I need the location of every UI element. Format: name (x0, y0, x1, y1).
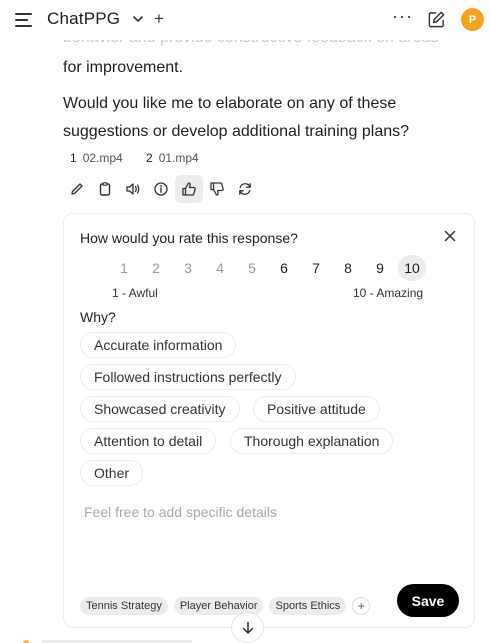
reason-chip[interactable]: Accurate information (80, 332, 237, 358)
next-message-peek (20, 636, 220, 643)
avatar[interactable]: P (461, 8, 484, 31)
tag-chip[interactable]: Tennis Strategy (80, 597, 168, 615)
chevron-down-icon[interactable] (132, 12, 144, 26)
file-reference[interactable]: 2 01.mp4 (146, 151, 199, 165)
pencil-icon[interactable] (63, 175, 91, 203)
rating-option[interactable]: 5 (238, 255, 266, 281)
file-name: 01.mp4 (158, 151, 199, 165)
scroll-down-button[interactable] (231, 612, 264, 643)
rating-option[interactable]: 3 (174, 255, 202, 281)
clipboard-icon[interactable] (91, 175, 119, 203)
info-icon[interactable] (147, 175, 175, 203)
rating-option[interactable]: 6 (270, 255, 298, 281)
tag-list: Tennis Strategy Player Behavior Sports E… (80, 597, 371, 615)
close-icon[interactable] (444, 230, 456, 242)
file-name: 02.mp4 (82, 151, 123, 165)
top-bar: ChatPPG + ··· P (0, 0, 490, 40)
message-line: Would you like me to elaborate on any of… (63, 95, 397, 112)
speaker-icon[interactable] (119, 175, 147, 203)
rating-option-selected[interactable]: 10 (398, 255, 426, 281)
message-line: for improvement. (63, 59, 184, 76)
reason-chip[interactable]: Followed instructions perfectly (80, 364, 296, 390)
file-index: 1 (70, 151, 77, 165)
details-input[interactable]: Feel free to add specific details (84, 504, 277, 520)
reason-chip[interactable]: Positive attitude (253, 396, 380, 422)
reason-chip[interactable]: Thorough explanation (230, 428, 394, 454)
feedback-card: How would you rate this response? 1 2 3 … (63, 213, 475, 628)
menu-icon[interactable] (15, 13, 32, 27)
rating-option[interactable]: 2 (142, 255, 170, 281)
reason-chip[interactable]: Showcased creativity (80, 396, 240, 422)
scale-low-label: 1 - Awful (112, 286, 158, 300)
new-chat-edit-icon[interactable] (427, 10, 446, 29)
save-button[interactable]: Save (397, 584, 459, 617)
thumbs-down-icon[interactable] (203, 175, 231, 203)
rating-scale: 1 2 3 4 5 6 7 8 9 10 (110, 255, 430, 281)
arrow-down-icon (242, 621, 253, 634)
add-tag-button[interactable]: + (352, 597, 371, 615)
rating-option[interactable]: 1 (110, 255, 138, 281)
message-actions (63, 175, 259, 203)
reason-chip[interactable]: Other (80, 460, 144, 486)
feedback-question: How would you rate this response? (80, 230, 298, 246)
new-chat-plus-icon[interactable]: + (154, 9, 164, 29)
rating-option[interactable]: 9 (366, 255, 394, 281)
scale-high-label: 10 - Amazing (353, 286, 424, 300)
app-title[interactable]: ChatPPG (47, 9, 120, 29)
rating-option[interactable]: 4 (206, 255, 234, 281)
message-line: suggestions or develop additional traini… (63, 123, 410, 140)
rating-option[interactable]: 7 (302, 255, 330, 281)
reason-chip[interactable]: Attention to detail (80, 428, 217, 454)
rating-option[interactable]: 8 (334, 255, 362, 281)
tag-chip[interactable]: Sports Ethics (269, 597, 347, 615)
thumbs-up-icon[interactable] (175, 175, 203, 203)
more-options-icon[interactable]: ··· (392, 6, 413, 27)
file-index: 2 (146, 151, 153, 165)
regenerate-icon[interactable] (231, 175, 259, 203)
file-reference[interactable]: 1 02.mp4 (70, 151, 123, 165)
why-label: Why? (80, 309, 116, 325)
